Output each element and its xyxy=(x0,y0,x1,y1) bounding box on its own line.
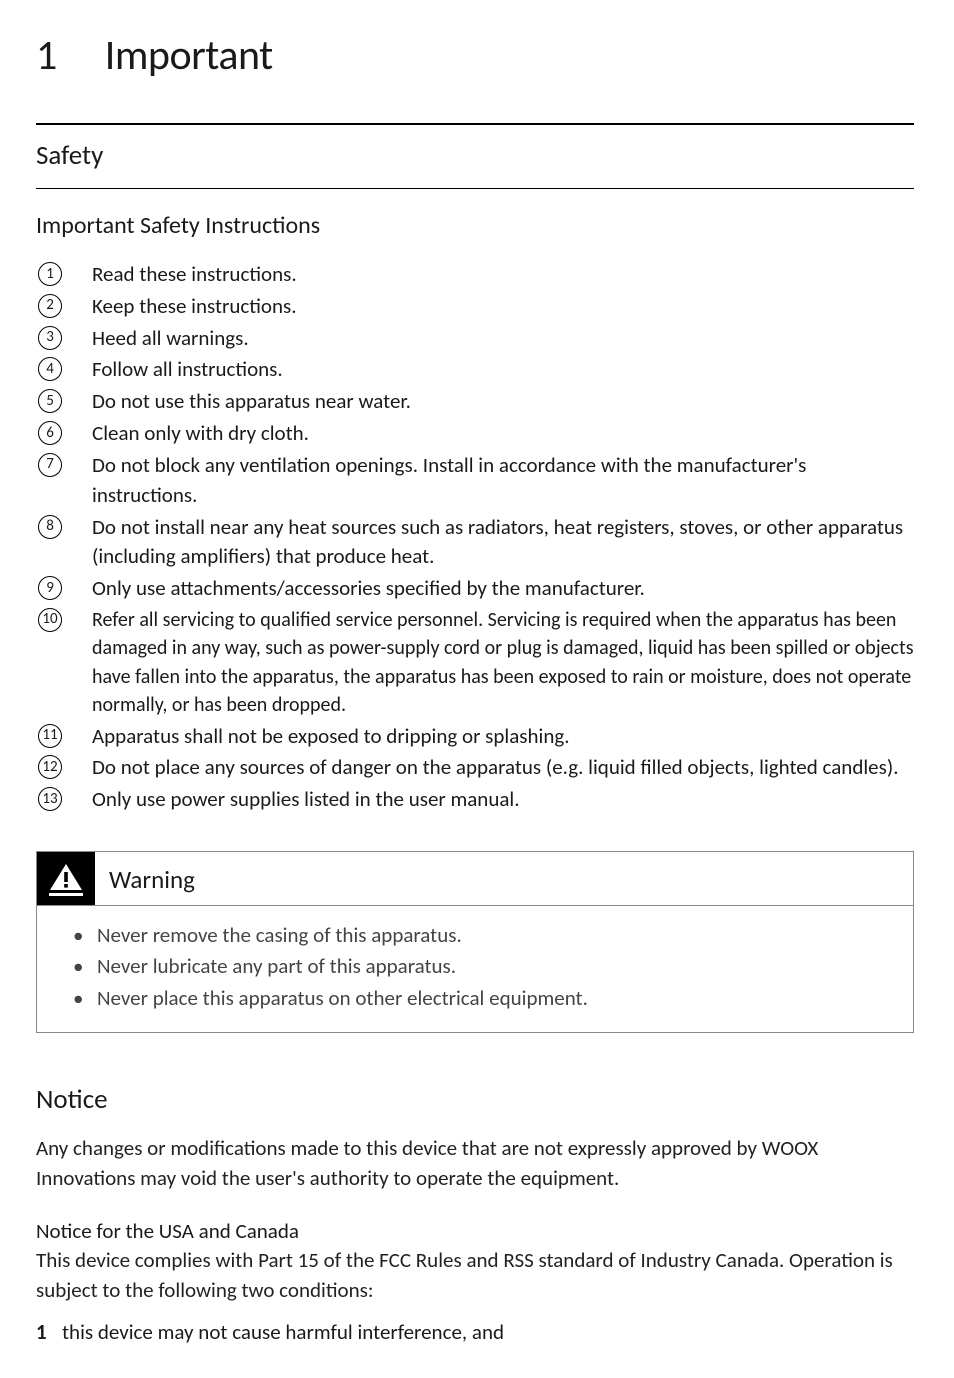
chapter-number: 1 xyxy=(36,30,57,81)
safety-instructions-list: Read these instructions. Keep these inst… xyxy=(36,260,914,815)
safety-item: Clean only with dry cloth. xyxy=(36,419,914,449)
safety-item: Keep these instructions. xyxy=(36,292,914,322)
warning-box: Warning Never remove the casing of this … xyxy=(36,851,914,1034)
notice-intro-text: Any changes or modifications made to thi… xyxy=(36,1134,914,1194)
safety-item: Heed all warnings. xyxy=(36,324,914,354)
warning-header: Warning xyxy=(37,852,913,906)
warning-bullet: Never remove the casing of this apparatu… xyxy=(73,920,893,952)
safety-item: Only use power supplies listed in the us… xyxy=(36,785,914,815)
chapter-heading: 1 Important xyxy=(36,30,914,81)
chapter-title-text: Important xyxy=(105,30,273,81)
safety-section-header: Safety xyxy=(36,123,914,189)
condition-number: 1 xyxy=(36,1318,47,1348)
safety-instructions-title: Important Safety Instructions xyxy=(36,211,914,240)
warning-icon xyxy=(37,852,95,905)
warning-bullet: Never place this apparatus on other elec… xyxy=(73,983,893,1015)
safety-item: Do not block any ventilation openings. I… xyxy=(36,451,914,511)
warning-label: Warning xyxy=(95,852,209,905)
condition-text: this device may not cause harmful interf… xyxy=(62,1319,504,1345)
safety-item: Follow all instructions. xyxy=(36,355,914,385)
notice-condition: 1 this device may not cause harmful inte… xyxy=(36,1318,914,1348)
safety-item: Do not use this apparatus near water. xyxy=(36,387,914,417)
notice-usa-canada-body: This device complies with Part 15 of the… xyxy=(36,1246,914,1306)
safety-item: Apparatus shall not be exposed to drippi… xyxy=(36,722,914,752)
safety-item: Do not install near any heat sources suc… xyxy=(36,513,914,573)
safety-item: Do not place any sources of danger on th… xyxy=(36,753,914,783)
warning-body: Never remove the casing of this apparatu… xyxy=(37,906,913,1033)
safety-item: Refer all servicing to qualified service… xyxy=(36,606,914,720)
safety-heading: Safety xyxy=(36,139,914,172)
safety-item: Only use attachments/accessories specifi… xyxy=(36,574,914,604)
warning-bullet: Never lubricate any part of this apparat… xyxy=(73,951,893,983)
safety-item: Read these instructions. xyxy=(36,260,914,290)
notice-heading: Notice xyxy=(36,1083,914,1116)
notice-usa-canada-heading: Notice for the USA and Canada xyxy=(36,1218,914,1244)
notice-conditions-list: 1 this device may not cause harmful inte… xyxy=(36,1318,914,1348)
